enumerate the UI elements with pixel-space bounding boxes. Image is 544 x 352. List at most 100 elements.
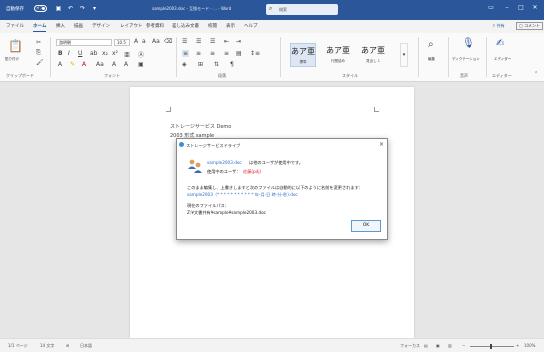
proofing-icon[interactable]: ⊞ — [66, 343, 69, 348]
format-painter-icon[interactable]: 🖌 — [36, 59, 44, 66]
ribbon-display-icon[interactable]: ▭ — [486, 4, 496, 11]
tab-references[interactable]: 参考資料 — [146, 23, 164, 29]
char-shading-icon[interactable]: Aa — [96, 61, 104, 68]
subscript-icon[interactable]: x₂ — [102, 50, 108, 57]
tab-mailings[interactable]: 差し込み文書 — [172, 23, 199, 29]
group-separator — [448, 37, 449, 77]
italic-icon[interactable]: I — [68, 50, 70, 57]
copy-icon[interactable]: ⎘ — [36, 49, 41, 57]
highlight-icon[interactable]: ✎ — [70, 61, 75, 68]
borders-icon[interactable]: ⊞ — [198, 61, 203, 68]
share-button[interactable]: ⇪ 共有 — [492, 23, 505, 29]
zoom-in-icon[interactable]: + — [516, 343, 519, 348]
ok-button[interactable]: OK — [351, 220, 381, 232]
justify-icon[interactable]: ≡ — [224, 50, 229, 57]
tab-review[interactable]: 校閲 — [208, 23, 217, 29]
bold-icon[interactable]: B — [58, 50, 63, 57]
tab-help[interactable]: ヘルプ — [244, 23, 258, 29]
document-line[interactable]: ストレージサービス Demo — [170, 123, 231, 130]
microphone-icon[interactable]: 🎙 — [462, 38, 475, 49]
tab-home[interactable]: ホーム — [33, 23, 47, 32]
align-left-icon[interactable]: ≡ — [182, 50, 190, 57]
page-count[interactable]: 1/1 ページ — [8, 343, 28, 349]
autosave-label: 自動保存 — [6, 7, 24, 12]
enclose-icon[interactable]: Ⓐ — [138, 50, 144, 59]
web-layout-icon[interactable]: ▥ — [448, 343, 452, 348]
shrink-font-icon[interactable]: a — [142, 38, 146, 45]
paste-label: 貼り付け — [5, 57, 19, 61]
font-color-icon[interactable]: A — [82, 61, 86, 68]
underline-icon[interactable]: U — [78, 50, 82, 57]
line-spacing-icon[interactable]: ↕≡ — [250, 50, 260, 57]
char-border2-icon[interactable]: ▣ — [138, 61, 144, 68]
style-normal[interactable]: あア亜 標準 — [290, 43, 316, 67]
collapse-ribbon-icon[interactable]: ⌃ — [534, 71, 538, 77]
editor-pen-icon[interactable]: ✍ — [496, 38, 504, 49]
cut-icon[interactable]: ✂ — [36, 39, 41, 46]
editor-group-label: エディター — [492, 73, 512, 78]
zoom-slider-thumb[interactable] — [490, 344, 492, 349]
minimize-icon[interactable]: – — [502, 4, 512, 11]
outdent-icon[interactable]: ⇥ — [236, 38, 241, 45]
char-spacing-icon[interactable]: A — [124, 61, 128, 68]
redo-icon[interactable]: ↷ — [78, 4, 87, 13]
autosave-toggle[interactable]: オフ — [34, 5, 47, 12]
font-name-select[interactable]: 游明朝 — [56, 39, 112, 46]
grow-font-icon[interactable]: A — [134, 38, 138, 45]
search-box[interactable]: ⌕ 検索 — [266, 4, 338, 15]
font-size-select[interactable]: 10.5 — [114, 39, 130, 46]
zoom-slider[interactable] — [470, 346, 514, 347]
comment-button[interactable]: ▢ コメント — [516, 22, 544, 30]
paste-icon[interactable]: 📋 — [8, 39, 23, 53]
customize-qat-icon[interactable]: ▾ — [90, 4, 99, 13]
superscript-icon[interactable]: x² — [112, 50, 118, 57]
language-label[interactable]: 日本語 — [80, 343, 92, 349]
change-case-icon[interactable]: Aa — [152, 38, 160, 45]
style-heading-1[interactable]: あア亜 見出し 1 — [360, 43, 386, 67]
in-use-file-name: sample2003.doc — [207, 160, 242, 165]
style-group-label: スタイル — [342, 73, 358, 78]
numbering-icon[interactable]: ☰ — [196, 38, 201, 45]
phonetic-icon[interactable]: 亜 — [124, 50, 130, 59]
clipboard-group-label: クリップボード — [6, 73, 34, 78]
read-mode-icon[interactable]: ▤ — [424, 343, 428, 348]
zoom-level[interactable]: 100% — [524, 343, 535, 348]
strikethrough-icon[interactable]: ab — [90, 50, 98, 57]
char-border-icon[interactable]: A — [112, 61, 116, 68]
sort-icon[interactable]: ⇅ — [214, 61, 219, 68]
tab-view[interactable]: 表示 — [226, 23, 235, 29]
style-no-spacing[interactable]: あア亜 行間詰め — [325, 43, 351, 67]
print-layout-icon[interactable]: ▣ — [436, 343, 440, 348]
close-icon[interactable]: × — [379, 141, 384, 148]
multilevel-icon[interactable]: ☰ — [210, 38, 215, 45]
align-center-icon[interactable]: ≡ — [196, 50, 201, 57]
find-icon[interactable]: ⌕ — [428, 39, 434, 50]
focus-button[interactable]: フォーカス — [400, 343, 420, 349]
tab-insert[interactable]: 挿入 — [56, 23, 65, 29]
text-effects-icon[interactable]: A — [58, 61, 62, 68]
style-name: 行間詰め — [331, 59, 345, 63]
undo-icon[interactable]: ↶ — [66, 4, 75, 13]
bullets-icon[interactable]: ☰ — [182, 38, 187, 45]
distributed-icon[interactable]: ▤ — [236, 50, 242, 57]
tab-draw[interactable]: 描画 — [74, 23, 83, 29]
maximize-icon[interactable]: □ — [516, 4, 526, 11]
voice-group-label: 音声 — [460, 73, 468, 78]
zoom-out-icon[interactable]: − — [462, 343, 465, 348]
indent-icon[interactable]: ⇤ — [224, 38, 229, 45]
tab-layout[interactable]: レイアウト — [120, 23, 143, 29]
show-marks-icon[interactable]: ¶ — [230, 61, 234, 68]
tab-file[interactable]: ファイル — [6, 23, 24, 29]
styles-more-icon[interactable]: ▾ — [400, 43, 408, 67]
save-icon[interactable]: ▣ — [54, 4, 63, 13]
font-group-label: フォント — [104, 73, 120, 78]
word-count[interactable]: 14 文字 — [40, 343, 54, 349]
close-window-icon[interactable]: ✕ — [530, 4, 540, 11]
style-sample: あア亜 — [361, 46, 385, 55]
align-right-icon[interactable]: ≡ — [210, 50, 215, 57]
clear-format-icon[interactable]: ⌫ — [164, 38, 172, 45]
in-use-message: は他のユーザが使用中です。 — [249, 160, 303, 165]
users-icon — [188, 159, 202, 173]
tab-design[interactable]: デザイン — [92, 23, 110, 29]
shading-icon[interactable]: ◈ — [182, 61, 187, 68]
